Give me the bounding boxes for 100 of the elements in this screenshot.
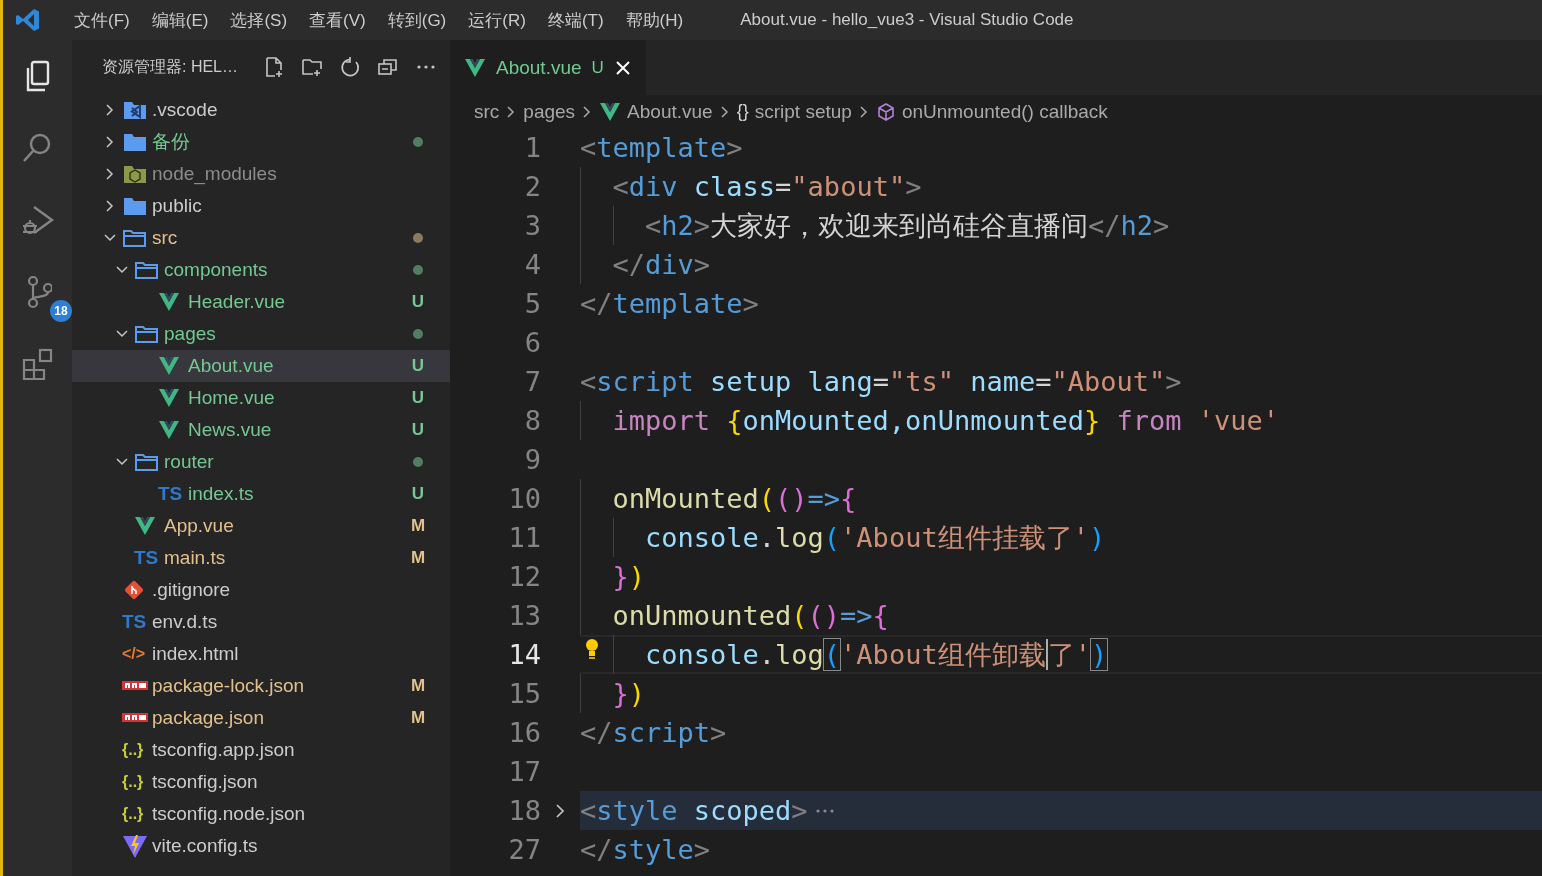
menu-item[interactable]: 运行(R) [457,8,537,32]
code-token: ( [823,639,841,670]
file-tree-item[interactable]: public [72,190,450,222]
code-token: lang [806,366,873,397]
file-tree-item[interactable]: Header.vue U [72,286,450,318]
git-status-letter: M [409,708,427,728]
line-number: 18 [507,795,541,826]
git-status-letter: M [409,516,427,536]
file-tree-item[interactable]: .gitignore [72,574,450,606]
typescript-icon: TS [134,547,160,569]
code-token: ) [628,561,646,592]
git-status-letter: U [410,356,426,376]
file-tree-item[interactable]: node_modules [72,158,450,190]
folded-ellipsis-icon [815,808,834,813]
code-token: </ [1088,210,1121,241]
menu-item[interactable]: 文件(F) [63,8,141,32]
breadcrumb-item[interactable]: pages [523,100,576,123]
code-token: class [692,171,776,202]
code-brackets-icon: </> [122,645,148,663]
breadcrumb-item[interactable]: About.vue [627,100,713,123]
file-tree-item[interactable]: {..} tsconfig.json [72,766,450,798]
vue-logo-icon [158,291,180,313]
editor-tab[interactable]: About.vue U [450,40,646,95]
file-tree-item[interactable]: router [72,446,450,478]
file-tree-item[interactable]: News.vue U [72,414,450,446]
code-token: > [791,795,808,826]
folder-name: node_modules [152,163,278,185]
code-token: "about" [791,171,906,202]
code-token: . [758,522,776,553]
file-tree-item[interactable]: 备份 [72,126,450,158]
breadcrumb-item[interactable]: script setup [754,100,852,123]
count-badge: 18 [50,300,72,322]
file-name: vite.config.ts [152,835,259,857]
file-tree-item[interactable]: src [72,222,450,254]
menu-item[interactable]: 转到(G) [376,8,458,32]
line-number: 5 [523,288,541,319]
file-tree-item[interactable]: App.vue M [72,510,450,542]
line-number: 3 [523,210,541,241]
file-tree-item[interactable]: .vscode [72,94,450,126]
code-token: </ [612,249,645,280]
file-tree-item[interactable]: package-lock.json M [72,670,450,702]
file-name: env.d.ts [152,611,219,633]
code-token: ( [758,483,776,514]
file-tree-item[interactable]: {..} tsconfig.app.json [72,734,450,766]
git-status-letter: M [409,548,427,568]
code-token: } [1083,405,1101,436]
npm-logo-icon [122,712,148,724]
menu-item[interactable]: 帮助(H) [614,8,695,32]
file-tree-item[interactable]: vite.config.ts [72,830,450,862]
git-status-letter: M [409,676,427,696]
file-tree-item[interactable]: TS index.ts U [72,478,450,510]
file-tree-item[interactable]: package.json M [72,702,450,734]
file-tree-item[interactable]: TS env.d.ts [72,606,450,638]
code-token: from [1115,405,1182,436]
code-token: onMounted,onUnmounted [742,405,1084,436]
breadcrumb-item[interactable]: src [474,100,500,123]
close-icon[interactable] [613,58,632,77]
code-token: onUnmounted [612,600,792,631]
hexagon-folder-icon [122,163,148,185]
code-token: > [1153,210,1170,241]
open-folder-icon [134,323,160,345]
code-token: "ts" [888,366,954,397]
code-token: div [628,171,678,202]
code-token: > [726,132,743,163]
refresh-icon[interactable] [338,55,362,79]
code-token: () [775,483,808,514]
code-token: => [807,483,841,514]
code-token: ( [823,522,841,553]
lightbulb-icon[interactable] [584,637,600,661]
code-token: > [693,834,711,865]
file-tree-item[interactable]: Home.vue U [72,382,450,414]
code-token: 了' [1047,637,1091,672]
menu-item[interactable]: 终端(T) [536,8,615,32]
file-tree-item[interactable]: About.vue U [72,350,450,382]
file-name: main.ts [164,547,227,569]
code-token: { [840,483,857,514]
folder-name: components [164,259,269,281]
line-number: 12 [507,561,541,592]
file-name: Header.vue [188,291,287,313]
folder-icon [122,131,148,153]
code-token: div [645,249,694,280]
code-token: = [775,171,792,202]
file-tree-item[interactable]: </> index.html [72,638,450,670]
code-token: ) [628,678,646,709]
vue-logo-icon [158,387,180,409]
file-tree-item[interactable]: components [72,254,450,286]
code-token: = [1035,366,1052,397]
file-tree-item[interactable]: pages [72,318,450,350]
line-number: 17 [507,756,541,787]
code-token: ) [1090,639,1108,670]
file-tree-item[interactable]: TS main.ts M [72,542,450,574]
code-token: log [775,522,824,553]
menu-item[interactable]: 编辑(E) [140,8,220,32]
code-token: < [580,366,597,397]
menu-item[interactable]: 选择(S) [219,8,299,32]
breadcrumb-item[interactable]: onUnmounted() callback [901,100,1108,123]
file-tree-item[interactable]: {..} tsconfig.node.json [72,798,450,830]
code-token: > [742,288,759,319]
cube-icon [875,101,896,122]
menu-item[interactable]: 查看(V) [298,8,377,32]
